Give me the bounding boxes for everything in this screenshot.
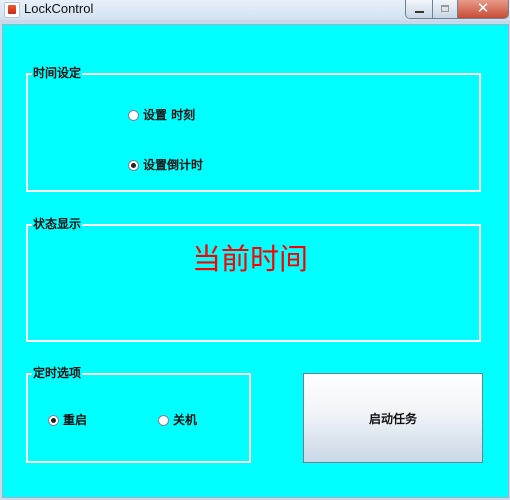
set-time-radio[interactable]: 设置 时刻: [128, 108, 195, 122]
radio-button-icon: [158, 414, 169, 426]
close-icon: ✕: [476, 0, 490, 17]
lockcontrol-window: LockControl ✕ 时间设定 设置 时刻 设置倒计时 状态显示 当前时间…: [0, 0, 510, 500]
minimize-button[interactable]: [406, 0, 433, 18]
shutdown-label: 关机: [173, 413, 198, 427]
main-panel: 时间设定 设置 时刻 设置倒计时 状态显示 当前时间 定时选项 重启 关机 启动…: [3, 25, 508, 497]
status-display-group: 状态显示 当前时间: [26, 217, 481, 342]
title-bar: LockControl ✕: [0, 0, 510, 20]
maximize-button[interactable]: [433, 0, 458, 18]
shutdown-radio[interactable]: 关机: [158, 413, 197, 427]
java-cup-icon: [4, 2, 20, 18]
maximize-icon: [441, 5, 449, 12]
current-time-display: 当前时间: [192, 242, 309, 276]
timer-options-legend: 定时选项: [32, 366, 83, 380]
time-setting-legend: 时间设定: [32, 66, 83, 80]
restart-radio[interactable]: 重启: [48, 413, 87, 427]
minimize-icon: [414, 11, 424, 13]
time-setting-group: 时间设定 设置 时刻 设置倒计时: [26, 66, 481, 192]
radio-button-selected-icon: [128, 159, 139, 171]
status-display-legend: 状态显示: [32, 217, 83, 231]
radio-button-icon: [128, 109, 139, 121]
timer-options-group: 定时选项 重启 关机: [26, 366, 251, 463]
set-countdown-radio[interactable]: 设置倒计时: [128, 158, 203, 172]
set-countdown-label: 设置倒计时: [143, 158, 204, 172]
start-task-button[interactable]: 启动任务: [303, 373, 483, 463]
set-time-label: 设置 时刻: [143, 108, 196, 122]
close-button[interactable]: ✕: [458, 0, 508, 18]
window-controls: ✕: [406, 0, 508, 18]
window-title: LockControl: [24, 1, 94, 16]
restart-label: 重启: [63, 413, 88, 427]
radio-button-selected-icon: [48, 414, 59, 426]
